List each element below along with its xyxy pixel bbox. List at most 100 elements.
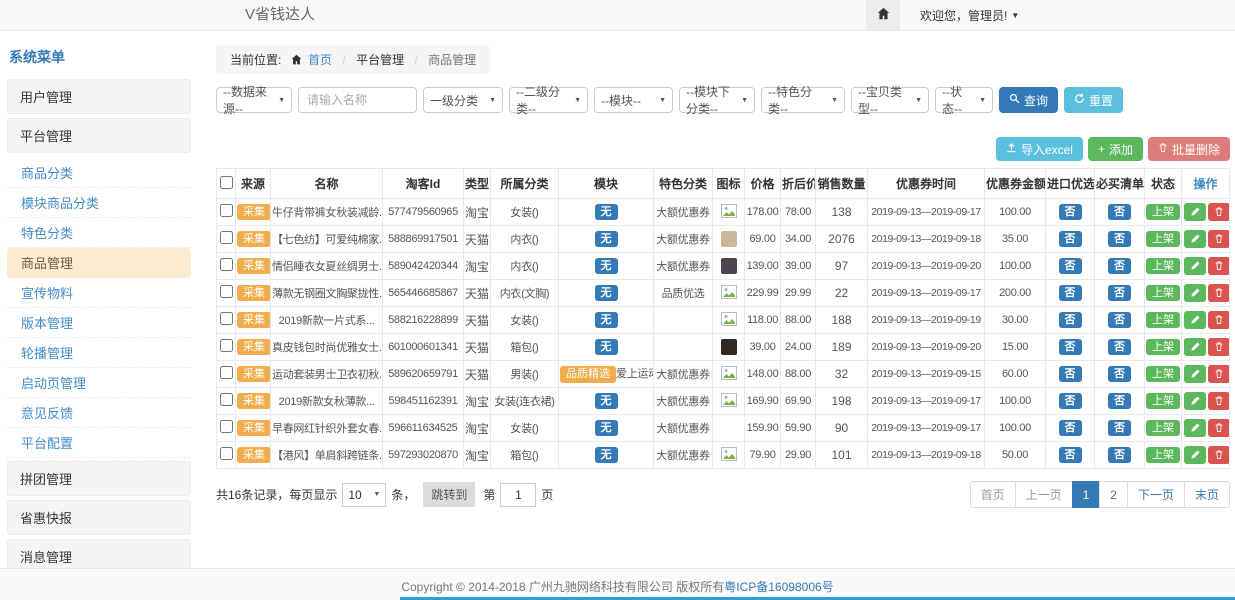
filter-select-1[interactable]: 一级分类▼: [423, 87, 503, 113]
row-checkbox[interactable]: [220, 258, 233, 271]
edit-button[interactable]: [1184, 419, 1206, 437]
edit-button[interactable]: [1184, 203, 1206, 221]
home-button[interactable]: [866, 0, 900, 30]
imported-toggle[interactable]: 否: [1059, 204, 1082, 221]
sidebar-section-2[interactable]: 拼团管理: [7, 461, 191, 496]
sidebar-item-1-2[interactable]: 特色分类: [7, 218, 191, 248]
must-buy-toggle[interactable]: 否: [1108, 339, 1131, 356]
row-checkbox[interactable]: [220, 312, 233, 325]
imported-toggle[interactable]: 否: [1059, 258, 1082, 275]
edit-button[interactable]: [1184, 311, 1206, 329]
delete-button[interactable]: [1208, 203, 1230, 221]
select-all-checkbox[interactable]: [220, 176, 233, 189]
status-badge[interactable]: 上架: [1146, 312, 1180, 329]
must-buy-toggle[interactable]: 否: [1108, 393, 1131, 410]
status-badge[interactable]: 上架: [1146, 420, 1180, 437]
delete-button[interactable]: [1208, 257, 1230, 275]
reset-button[interactable]: 重置: [1064, 87, 1123, 113]
delete-button[interactable]: [1208, 446, 1230, 464]
row-checkbox[interactable]: [220, 366, 233, 379]
sidebar-section-0[interactable]: 用户管理: [7, 79, 191, 114]
sidebar-section-3[interactable]: 省惠快报: [7, 500, 191, 535]
edit-button[interactable]: [1184, 365, 1206, 383]
must-buy-toggle[interactable]: 否: [1108, 420, 1131, 437]
filter-select-3[interactable]: --模块--▼: [594, 87, 673, 113]
status-badge[interactable]: 上架: [1146, 366, 1180, 383]
pager-button-1[interactable]: 上一页: [1015, 481, 1073, 508]
row-checkbox[interactable]: [220, 393, 233, 406]
edit-button[interactable]: [1184, 392, 1206, 410]
icp-link[interactable]: 粤ICP备16098006号: [724, 580, 833, 594]
edit-button[interactable]: [1184, 446, 1206, 464]
imported-toggle[interactable]: 否: [1059, 447, 1082, 464]
batch-delete-button[interactable]: 批量删除: [1148, 137, 1230, 161]
filter-select-4[interactable]: --模块下分类--▼: [679, 87, 755, 113]
must-buy-toggle[interactable]: 否: [1108, 258, 1131, 275]
must-buy-toggle[interactable]: 否: [1108, 366, 1131, 383]
status-badge[interactable]: 上架: [1146, 258, 1180, 275]
row-checkbox[interactable]: [220, 285, 233, 298]
imported-toggle[interactable]: 否: [1059, 231, 1082, 248]
filter-select-6[interactable]: --宝贝类型--▼: [851, 87, 929, 113]
jump-to-button[interactable]: 跳转到: [423, 482, 475, 507]
filter-select-5[interactable]: --特色分类--▼: [761, 87, 845, 113]
status-badge[interactable]: 上架: [1146, 204, 1180, 221]
delete-button[interactable]: [1208, 392, 1230, 410]
must-buy-toggle[interactable]: 否: [1108, 447, 1131, 464]
delete-button[interactable]: [1208, 284, 1230, 302]
breadcrumb-home-link[interactable]: 首页: [308, 53, 332, 67]
add-button[interactable]: + 添加: [1088, 137, 1143, 161]
row-checkbox[interactable]: [220, 204, 233, 217]
imported-toggle[interactable]: 否: [1059, 339, 1082, 356]
pager-button-2[interactable]: 1: [1072, 481, 1101, 508]
imported-toggle[interactable]: 否: [1059, 393, 1082, 410]
imported-toggle[interactable]: 否: [1059, 285, 1082, 302]
pager-button-4[interactable]: 下一页: [1127, 481, 1185, 508]
delete-button[interactable]: [1208, 338, 1230, 356]
imported-toggle[interactable]: 否: [1059, 366, 1082, 383]
sidebar-item-1-3[interactable]: 商品管理: [7, 248, 191, 278]
edit-button[interactable]: [1184, 230, 1206, 248]
edit-button[interactable]: [1184, 338, 1206, 356]
must-buy-toggle[interactable]: 否: [1108, 231, 1131, 248]
status-badge[interactable]: 上架: [1146, 231, 1180, 248]
page-size-select[interactable]: 10 ▼: [342, 483, 386, 507]
status-badge[interactable]: 上架: [1146, 285, 1180, 302]
status-badge[interactable]: 上架: [1146, 393, 1180, 410]
imported-toggle[interactable]: 否: [1059, 312, 1082, 329]
sidebar-item-1-4[interactable]: 宣传物料: [7, 278, 191, 308]
pager-button-5[interactable]: 末页: [1184, 481, 1230, 508]
pager-button-3[interactable]: 2: [1099, 481, 1128, 508]
must-buy-toggle[interactable]: 否: [1108, 312, 1131, 329]
sidebar-item-1-9[interactable]: 平台配置: [7, 428, 191, 458]
must-buy-toggle[interactable]: 否: [1108, 204, 1131, 221]
sidebar-item-1-8[interactable]: 意见反馈: [7, 398, 191, 428]
status-badge[interactable]: 上架: [1146, 447, 1180, 464]
delete-button[interactable]: [1208, 365, 1230, 383]
sidebar-item-1-0[interactable]: 商品分类: [7, 158, 191, 188]
sidebar-section-1[interactable]: 平台管理: [7, 118, 191, 153]
edit-button[interactable]: [1184, 284, 1206, 302]
imported-toggle[interactable]: 否: [1059, 420, 1082, 437]
row-checkbox[interactable]: [220, 339, 233, 352]
delete-button[interactable]: [1208, 311, 1230, 329]
user-menu[interactable]: 欢迎您，管理员! ▼: [920, 7, 1019, 24]
import-excel-button[interactable]: 导入excel: [996, 137, 1083, 161]
status-badge[interactable]: 上架: [1146, 339, 1180, 356]
filter-select-2[interactable]: --二级分类--▼: [509, 87, 588, 113]
delete-button[interactable]: [1208, 230, 1230, 248]
edit-button[interactable]: [1184, 257, 1206, 275]
sidebar-item-1-1[interactable]: 模块商品分类: [7, 188, 191, 218]
filter-select-7[interactable]: --状态--▼: [935, 87, 993, 113]
sidebar-item-1-5[interactable]: 版本管理: [7, 308, 191, 338]
search-button[interactable]: 查询: [999, 87, 1058, 113]
sidebar-item-1-7[interactable]: 启动页管理: [7, 368, 191, 398]
row-checkbox[interactable]: [220, 231, 233, 244]
row-checkbox[interactable]: [220, 420, 233, 433]
must-buy-toggle[interactable]: 否: [1108, 285, 1131, 302]
name-search-input[interactable]: [298, 87, 417, 113]
pager-button-0[interactable]: 首页: [970, 481, 1016, 508]
row-checkbox[interactable]: [220, 447, 233, 460]
delete-button[interactable]: [1208, 419, 1230, 437]
page-number-input[interactable]: [500, 483, 536, 507]
